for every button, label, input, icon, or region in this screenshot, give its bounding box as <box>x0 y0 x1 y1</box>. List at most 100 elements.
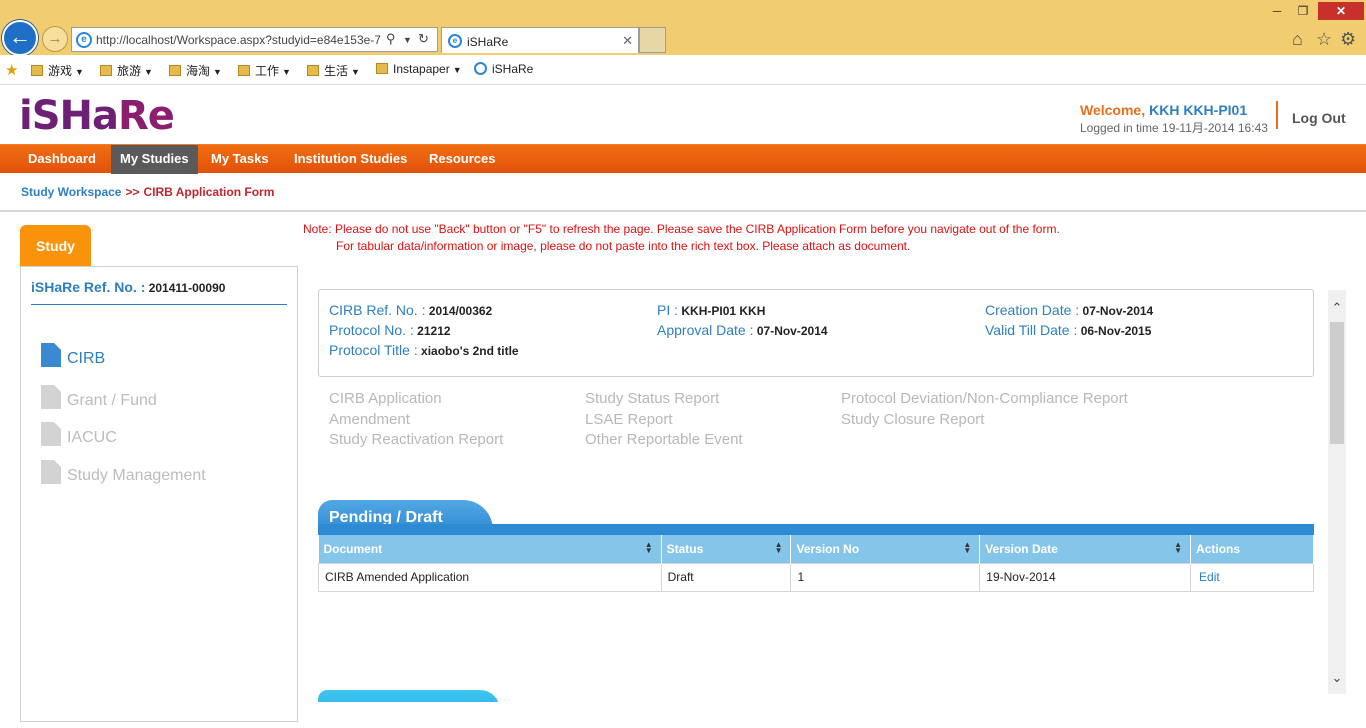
vertical-scrollbar[interactable]: ⌃ ⌄ <box>1328 290 1346 694</box>
sort-icon[interactable]: ▲ ▼ <box>1174 541 1182 555</box>
favorite-folder[interactable]: Instapaper ▼ <box>376 62 462 76</box>
main-nav: Dashboard My Studies My Tasks Institutio… <box>0 144 1366 174</box>
document-icon <box>41 343 61 367</box>
favorite-link[interactable]: iSHaRe <box>474 62 533 76</box>
divider <box>0 210 1366 212</box>
logout-link[interactable]: Log Out <box>1292 110 1346 126</box>
amendment-link[interactable]: Amendment <box>329 411 410 428</box>
home-icon[interactable]: ⌂ <box>1292 29 1303 50</box>
study-closure-report-link[interactable]: Study Closure Report <box>841 411 984 428</box>
favorites-bar: ★ 游戏 ▼ 旅游 ▼ 海淘 ▼ 工作 ▼ 生活 ▼ Instapaper ▼ iSHaRe <box>0 55 1366 85</box>
sort-icon[interactable]: ▲ ▼ <box>775 541 783 555</box>
creation-date-field: Creation Date : 07-Nov-2014 <box>985 302 1153 318</box>
sort-icon[interactable]: ▲ ▼ <box>963 541 971 555</box>
forward-button[interactable]: → <box>42 26 68 52</box>
close-tab-icon[interactable]: ✕ <box>622 33 633 49</box>
favorite-folder[interactable]: 游戏 ▼ <box>31 62 84 79</box>
nav-my-studies[interactable]: My Studies <box>111 145 198 174</box>
ishare-logo[interactable]: iSHaRe <box>19 94 175 138</box>
nav-institution-studies[interactable]: Institution Studies <box>285 145 416 174</box>
warning-note: Note: Please do not use "Back" button or… <box>303 221 1060 255</box>
cell-status: Draft <box>660 562 792 592</box>
sidebar-item-label: Grant / Fund <box>67 392 157 409</box>
url-text[interactable]: http://localhost/Workspace.aspx?studyid=… <box>96 33 382 47</box>
lsae-report-link[interactable]: LSAE Report <box>585 411 673 428</box>
approval-date-field: Approval Date : 07-Nov-2014 <box>657 322 828 338</box>
note-line-1: Note: Please do not use "Back" button or… <box>303 222 1060 236</box>
favorite-folder[interactable]: 工作 ▼ <box>238 62 291 79</box>
scroll-up-icon[interactable]: ⌃ <box>1328 300 1346 316</box>
breadcrumb-study-workspace[interactable]: Study Workspace <box>21 185 121 199</box>
valid-till-date-field: Valid Till Date : 06-Nov-2015 <box>985 322 1151 338</box>
field-label: Valid Till Date : <box>985 322 1078 338</box>
favorite-label: Instapaper <box>393 62 450 76</box>
column-header-document[interactable]: Document ▲ ▼ <box>318 535 662 563</box>
document-icon <box>41 460 61 484</box>
breadcrumb: Study Workspace >> CIRB Application Form <box>21 185 274 199</box>
study-reactivation-report-link[interactable]: Study Reactivation Report <box>329 431 503 448</box>
browser-tab[interactable]: e iSHaRe ✕ <box>441 27 639 53</box>
favorite-folder[interactable]: 生活 ▼ <box>307 62 360 79</box>
favorite-label: 生活 <box>324 64 349 78</box>
folder-icon <box>376 63 388 74</box>
edit-link[interactable]: Edit <box>1190 562 1314 592</box>
nav-resources[interactable]: Resources <box>420 145 504 174</box>
favorite-label: 工作 <box>255 64 280 78</box>
protocol-title-field: Protocol Title : xiaobo's 2nd title <box>329 342 519 358</box>
user-name: KKH KKH-PI01 <box>1149 102 1248 118</box>
table-row: CIRB Amended Application Draft 1 19-Nov-… <box>318 562 1314 592</box>
field-label: PI : <box>657 302 679 318</box>
cirb-application-link[interactable]: CIRB Application <box>329 390 442 407</box>
study-status-report-link[interactable]: Study Status Report <box>585 390 719 407</box>
ie-icon: e <box>76 32 92 48</box>
search-icon[interactable]: ⚲ <box>386 31 396 47</box>
cell-document: CIRB Amended Application <box>318 562 662 592</box>
field-value: 2014/00362 <box>428 304 493 318</box>
cirb-ref-field: CIRB Ref. No. : 2014/00362 <box>329 302 492 318</box>
ie-icon <box>474 62 487 75</box>
scroll-down-icon[interactable]: ⌄ <box>1328 670 1346 686</box>
protocol-no-field: Protocol No. : 21212 <box>329 322 451 338</box>
study-tab[interactable]: Study <box>20 225 91 267</box>
minimize-button[interactable]: ─ <box>1266 2 1288 20</box>
address-bar[interactable]: e http://localhost/Workspace.aspx?studyi… <box>71 27 438 52</box>
favorite-folder[interactable]: 旅游 ▼ <box>100 62 153 79</box>
add-favorite-star-icon[interactable]: ★ <box>5 61 18 79</box>
favorites-star-icon[interactable]: ☆ <box>1316 29 1332 50</box>
close-window-button[interactable]: ✕ <box>1318 2 1364 20</box>
sidebar-item-iacuc[interactable]: IACUC <box>41 422 117 447</box>
ishare-ref-line: iSHaRe Ref. No. : 201411-00090 <box>31 279 225 295</box>
settings-gear-icon[interactable]: ⚙ <box>1340 29 1356 50</box>
field-label: Approval Date : <box>657 322 754 338</box>
column-header-version-no[interactable]: Version No ▲ ▼ <box>790 535 981 563</box>
login-time: Logged in time 19-11月-2014 16:43 <box>1080 121 1268 135</box>
other-reportable-event-link[interactable]: Other Reportable Event <box>585 431 743 448</box>
sort-icon[interactable]: ▲ ▼ <box>645 541 653 555</box>
sidebar-item-grant-fund[interactable]: Grant / Fund <box>41 385 157 410</box>
scrollbar-thumb[interactable] <box>1330 322 1344 444</box>
field-value: 07-Nov-2014 <box>756 324 828 338</box>
table-header-row: Document ▲ ▼ Status ▲ ▼ Version No ▲ ▼ Version… <box>318 535 1314 563</box>
sidebar-item-cirb[interactable]: CIRB <box>41 343 105 368</box>
nav-dashboard[interactable]: Dashboard <box>19 145 105 174</box>
header-divider <box>1276 101 1278 129</box>
dropdown-icon[interactable]: ▼ <box>403 35 412 45</box>
new-tab-button[interactable] <box>639 27 666 53</box>
welcome-label: Welcome, <box>1080 102 1146 118</box>
sidebar-item-study-management[interactable]: Study Management <box>41 460 206 485</box>
protocol-deviation-report-link[interactable]: Protocol Deviation/Non-Compliance Report <box>841 390 1128 407</box>
favorite-label: iSHaRe <box>492 62 534 76</box>
back-button[interactable]: ← <box>2 20 38 56</box>
field-label: Protocol No. : <box>329 322 414 338</box>
column-header-status[interactable]: Status ▲ ▼ <box>661 535 792 563</box>
pending-draft-table: Document ▲ ▼ Status ▲ ▼ Version No ▲ ▼ Version… <box>318 535 1314 592</box>
refresh-icon[interactable]: ↻ <box>418 31 429 47</box>
favorite-folder[interactable]: 海淘 ▼ <box>169 62 222 79</box>
column-header-version-date[interactable]: Version Date ▲ ▼ <box>979 535 1192 563</box>
folder-icon <box>307 65 319 76</box>
ref-value: 201411-00090 <box>148 281 226 295</box>
sidebar-item-label: CIRB <box>67 350 106 367</box>
browser-title-bar: ← → e http://localhost/Workspace.aspx?st… <box>0 0 1366 56</box>
maximize-button[interactable]: ❐ <box>1292 2 1314 20</box>
nav-my-tasks[interactable]: My Tasks <box>202 145 278 174</box>
